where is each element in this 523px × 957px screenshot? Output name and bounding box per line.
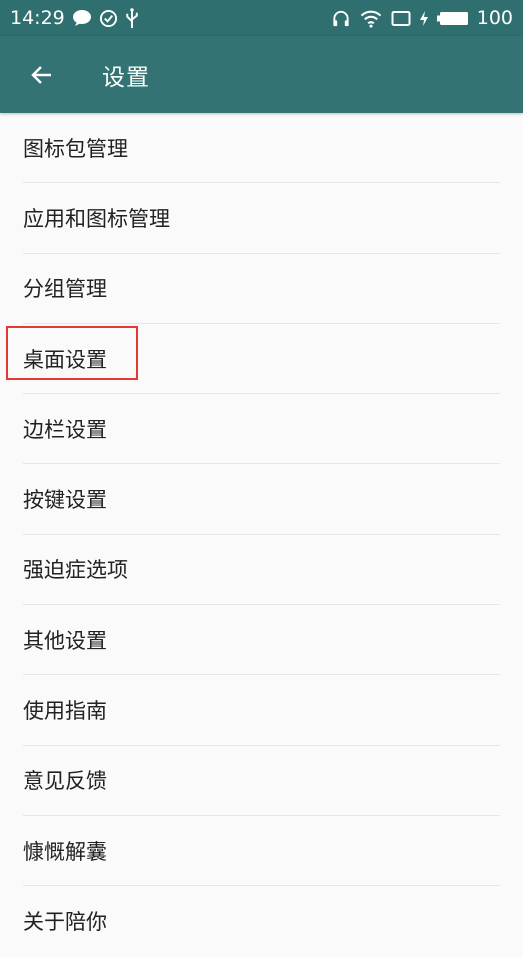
settings-item-label: 按键设置 (23, 488, 107, 513)
settings-item-user-guide[interactable]: 使用指南 (23, 675, 500, 746)
status-left-group: 14:29 (10, 7, 139, 29)
settings-item-label: 应用和图标管理 (23, 206, 170, 231)
status-right-group: 100 (331, 7, 513, 29)
arrow-back-icon (31, 64, 53, 86)
chat-bubble-icon (72, 9, 92, 27)
settings-item-label: 边栏设置 (23, 417, 107, 442)
settings-item-label: 桌面设置 (23, 347, 107, 372)
app-bar: 设置 (0, 36, 523, 113)
settings-item-label: 分组管理 (23, 277, 107, 302)
settings-item-icon-pack[interactable]: 图标包管理 (23, 113, 500, 184)
settings-item-about[interactable]: 关于陪你 (23, 886, 500, 956)
settings-item-feedback[interactable]: 意见反馈 (23, 746, 500, 816)
settings-item-key-settings[interactable]: 按键设置 (23, 464, 500, 535)
settings-item-label: 强迫症选项 (23, 558, 128, 583)
settings-item-app-icon-management[interactable]: 应用和图标管理 (23, 183, 500, 254)
settings-item-label: 关于陪你 (23, 910, 107, 935)
page-title: 设置 (102, 64, 150, 91)
settings-item-label: 慷慨解囊 (23, 839, 107, 864)
settings-item-label: 其他设置 (23, 628, 107, 653)
settings-item-label: 图标包管理 (23, 136, 128, 161)
screen-rotate-icon (391, 10, 411, 27)
wifi-icon (359, 9, 383, 28)
settings-item-desktop-settings[interactable]: 桌面设置 (6, 324, 500, 395)
settings-item-donate[interactable]: 慷慨解囊 (23, 816, 500, 887)
charging-icon (419, 10, 429, 27)
headphones-icon (331, 9, 351, 28)
check-circle-icon (99, 9, 118, 28)
settings-item-other-settings[interactable]: 其他设置 (23, 605, 500, 676)
settings-list: 图标包管理 应用和图标管理 分组管理 桌面设置 边栏设置 按键设置 强迫症选项 … (0, 113, 523, 957)
settings-item-label: 使用指南 (23, 699, 107, 724)
settings-item-label: 意见反馈 (23, 769, 107, 794)
settings-item-ocd-options[interactable]: 强迫症选项 (23, 535, 500, 606)
battery-icon (436, 11, 469, 26)
usb-icon (125, 7, 139, 29)
battery-level: 100 (476, 7, 513, 29)
status-bar: 14:29 100 (0, 0, 523, 36)
status-time: 14:29 (10, 7, 65, 29)
settings-item-group-management[interactable]: 分组管理 (23, 254, 500, 324)
settings-item-sidebar-settings[interactable]: 边栏设置 (23, 394, 500, 465)
back-button[interactable] (22, 55, 62, 95)
